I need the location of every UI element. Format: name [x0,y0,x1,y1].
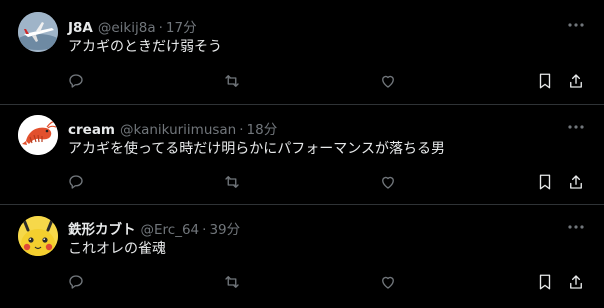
reply-icon[interactable] [66,71,86,91]
pikachu-avatar-icon [18,216,58,256]
more-icon[interactable] [566,17,586,33]
separator-dot: · [239,122,244,138]
avatar[interactable] [18,115,58,155]
author-name[interactable]: cream [68,122,115,138]
post-text: アカギのときだけ弱そう [68,39,222,55]
avatar[interactable] [18,12,58,52]
timestamp[interactable]: 18分 [247,118,278,138]
post[interactable]: cream @kanikuriimusan · 18分 アカギを使ってる時だけ明… [0,105,604,204]
reply-icon[interactable] [66,172,86,192]
share-icon[interactable] [566,71,586,91]
timestamp[interactable]: 39分 [209,218,240,238]
repost-icon[interactable] [222,71,242,91]
post-text: これオレの雀魂 [68,241,166,257]
like-icon[interactable] [378,272,398,292]
share-icon[interactable] [566,272,586,292]
reply-icon[interactable] [66,272,86,292]
more-icon[interactable] [566,119,586,135]
author-handle[interactable]: @eikij8a [98,20,156,36]
post[interactable]: J8A @eikij8a · 17分 アカギのときだけ弱そう [0,0,604,104]
author-name[interactable]: J8A [68,20,93,36]
post[interactable]: 鉄形カブト @Erc_64 · 39分 これオレの雀魂 [0,205,604,308]
bookmark-icon[interactable] [535,71,555,91]
airplane-avatar-icon [18,12,58,52]
separator-dot: · [202,222,207,238]
share-icon[interactable] [566,172,586,192]
repost-icon[interactable] [222,172,242,192]
repost-icon[interactable] [222,272,242,292]
bookmark-icon[interactable] [535,272,555,292]
separator-dot: · [158,20,163,36]
avatar[interactable] [18,216,58,256]
author-handle[interactable]: @Erc_64 [141,222,200,238]
bookmark-icon[interactable] [535,172,555,192]
reply-feed: J8A @eikij8a · 17分 アカギのときだけ弱そう cream @ka… [0,0,604,308]
post-text: アカギを使ってる時だけ明らかにパフォーマンスが落ちる男 [68,141,446,157]
like-icon[interactable] [378,71,398,91]
author-name[interactable]: 鉄形カブト [68,218,136,238]
more-icon[interactable] [566,219,586,235]
timestamp[interactable]: 17分 [166,16,197,36]
shrimp-avatar-icon [18,115,58,155]
like-icon[interactable] [378,172,398,192]
author-handle[interactable]: @kanikuriimusan [120,122,236,138]
